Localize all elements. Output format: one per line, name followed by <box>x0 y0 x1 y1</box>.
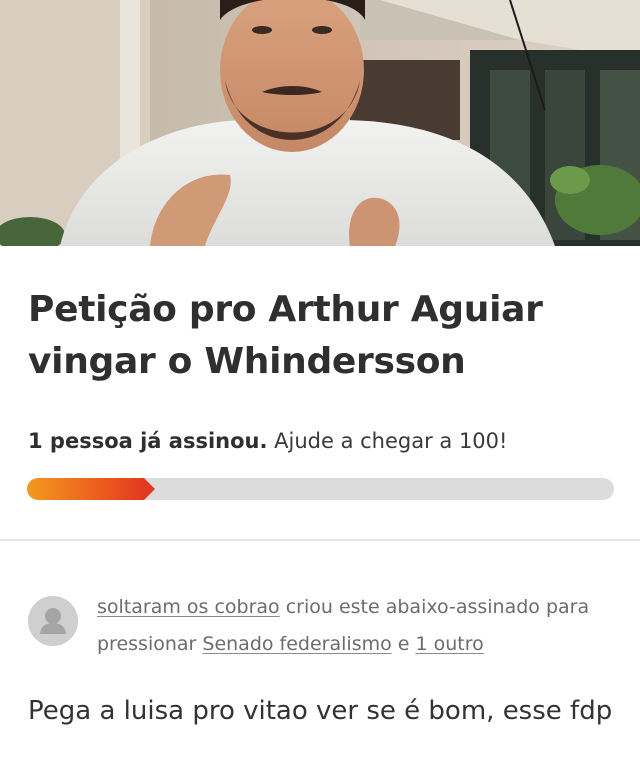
other-decision-makers-link[interactable]: 1 outro <box>416 633 484 655</box>
decision-maker-link[interactable]: Senado federalismo <box>202 633 391 655</box>
petition-title: Petição pro Arthur Aguiar vingar o Whind… <box>28 289 543 382</box>
signature-goal-text: Ajude a chegar a 100! <box>267 429 508 453</box>
section-divider <box>0 539 640 541</box>
progress-arrow-icon <box>144 478 156 500</box>
conjunction-text: e <box>391 633 416 655</box>
petition-hero-image <box>0 0 640 246</box>
signature-progress-bar <box>27 478 614 500</box>
signature-progress-fill <box>27 478 145 500</box>
signature-count: 1 pessoa já assinou. Ajude a chegar a 10… <box>28 426 507 456</box>
signature-count-strong: 1 pessoa já assinou. <box>28 429 268 453</box>
default-user-avatar-icon <box>28 596 78 646</box>
creator-name-link[interactable]: soltaram os cobrao <box>97 596 280 618</box>
petition-creator-info: soltaram os cobrao criou este abaixo-ass… <box>97 589 617 663</box>
petition-description: Pega a luisa pro vitao ver se é bom, ess… <box>28 696 613 726</box>
